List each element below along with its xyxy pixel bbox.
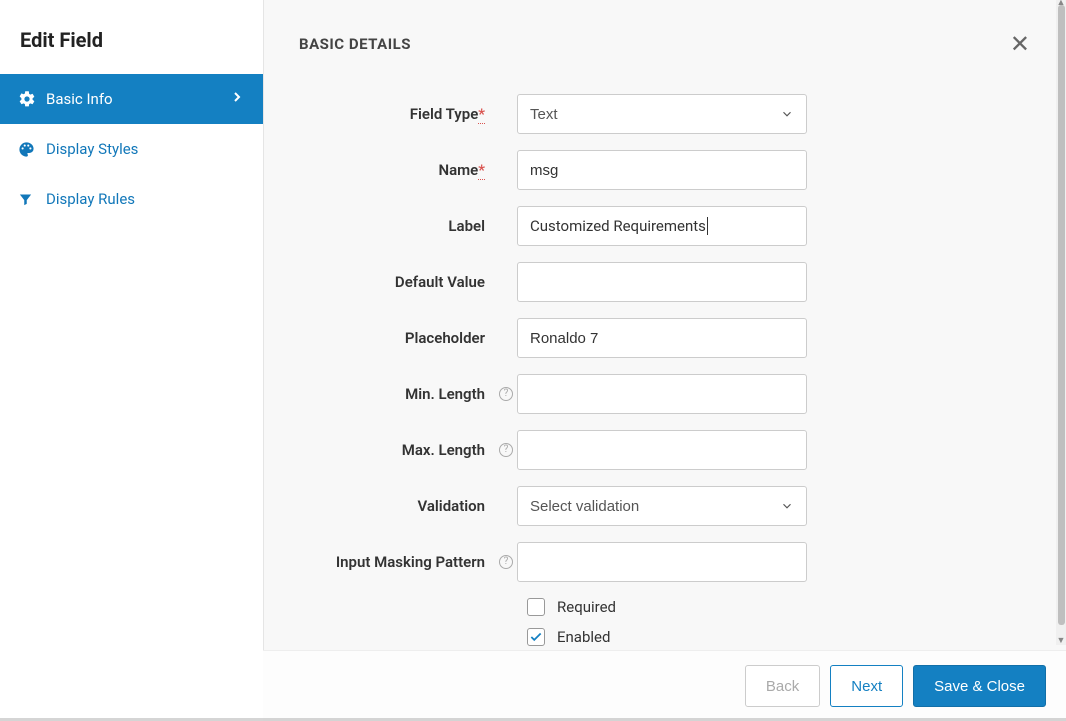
main-panel: BASIC DETAILS ✕ Field Type* Text Name* L… <box>263 0 1066 721</box>
label-default-value: Default Value <box>283 273 495 291</box>
label-input-masking: Input Masking Pattern <box>283 553 495 571</box>
scrollbar-thumb[interactable] <box>1058 5 1065 625</box>
enabled-checkbox[interactable] <box>527 628 545 646</box>
section-title: BASIC DETAILS <box>299 35 411 53</box>
scrollbar[interactable]: ▲ ▼ <box>1056 0 1066 645</box>
sidebar-item-display-styles[interactable]: Display Styles <box>0 124 263 174</box>
next-button[interactable]: Next <box>830 665 903 707</box>
row-max-length: Max. Length ? <box>283 430 1046 470</box>
sidebar-item-display-rules[interactable]: Display Rules <box>0 174 263 224</box>
label-validation: Validation <box>283 497 495 515</box>
scroll-down-icon[interactable]: ▼ <box>1056 635 1066 645</box>
label-field-type: Field Type* <box>283 105 495 123</box>
label-min-length: Min. Length <box>283 385 495 403</box>
row-name: Name* <box>283 150 1046 190</box>
sidebar-item-label: Display Styles <box>46 140 245 158</box>
label-placeholder: Placeholder <box>283 329 495 347</box>
row-default-value: Default Value <box>283 262 1046 302</box>
sidebar-title: Edit Field <box>0 0 263 74</box>
close-icon[interactable]: ✕ <box>1010 32 1030 56</box>
save-close-button[interactable]: Save & Close <box>913 665 1046 707</box>
sidebar-item-label: Display Rules <box>46 190 245 208</box>
row-required-checkbox: Required <box>527 598 1046 616</box>
dialog-footer: Back Next Save & Close <box>263 650 1066 721</box>
label-name: Name* <box>283 161 495 179</box>
validation-select[interactable]: Select validation <box>517 486 807 526</box>
filter-icon <box>18 192 46 207</box>
field-type-select[interactable]: Text <box>517 94 807 134</box>
sidebar-item-basic-info[interactable]: Basic Info <box>0 74 263 124</box>
row-validation: Validation Select validation <box>283 486 1046 526</box>
help-icon[interactable]: ? <box>499 443 513 457</box>
row-placeholder: Placeholder <box>283 318 1046 358</box>
form-area: Field Type* Text Name* Label Customized … <box>263 64 1066 650</box>
back-button[interactable]: Back <box>745 665 820 707</box>
input-masking-input[interactable] <box>517 542 807 582</box>
chevron-right-icon <box>229 89 245 109</box>
help-icon[interactable]: ? <box>499 387 513 401</box>
enabled-checkbox-label: Enabled <box>557 628 610 646</box>
row-field-type: Field Type* Text <box>283 94 1046 134</box>
required-checkbox-label: Required <box>557 598 616 616</box>
required-checkbox[interactable] <box>527 598 545 616</box>
gear-icon <box>18 90 46 108</box>
row-input-masking: Input Masking Pattern ? <box>283 542 1046 582</box>
help-icon[interactable]: ? <box>499 555 513 569</box>
max-length-input[interactable] <box>517 430 807 470</box>
sidebar: Edit Field Basic Info Display Styles Dis… <box>0 0 263 721</box>
row-min-length: Min. Length ? <box>283 374 1046 414</box>
row-enabled-checkbox: Enabled <box>527 628 1046 646</box>
default-value-input[interactable] <box>517 262 807 302</box>
min-length-input[interactable] <box>517 374 807 414</box>
edit-field-dialog: Edit Field Basic Info Display Styles Dis… <box>0 0 1066 721</box>
label-label: Label <box>283 217 495 235</box>
main-header: BASIC DETAILS ✕ <box>263 0 1066 64</box>
row-label: Label Customized Requirements <box>283 206 1046 246</box>
sidebar-item-label: Basic Info <box>46 90 229 108</box>
name-input[interactable] <box>517 150 807 190</box>
label-input[interactable]: Customized Requirements <box>517 206 807 246</box>
label-max-length: Max. Length <box>283 441 495 459</box>
palette-icon <box>18 141 46 158</box>
placeholder-input[interactable] <box>517 318 807 358</box>
